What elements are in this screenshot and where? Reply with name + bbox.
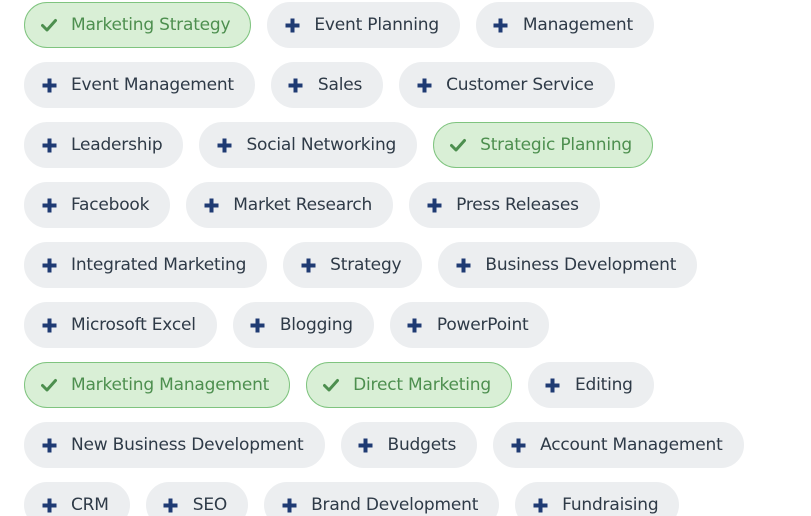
skill-pill-label: Event Planning <box>314 15 439 35</box>
skill-pill-label: Facebook <box>71 195 150 215</box>
plus-icon <box>41 137 57 153</box>
plus-icon <box>203 197 219 213</box>
plus-icon <box>545 377 561 393</box>
check-icon <box>41 377 57 393</box>
skill-pill-blogging[interactable]: Blogging <box>232 302 374 348</box>
skill-row: Microsoft Excel Blogging PowerPoint <box>24 302 550 348</box>
plus-icon <box>493 17 509 33</box>
skill-row: Facebook Market Research Press Releases <box>24 182 600 228</box>
skill-pill-label: Direct Marketing <box>353 375 491 395</box>
skill-suggestions: Marketing Strategy Event Planning Manageme… <box>0 0 811 516</box>
skill-pill-integrated-marketing[interactable]: Integrated Marketing <box>24 242 268 288</box>
skill-pill-label: PowerPoint <box>436 315 529 335</box>
skill-pill-fundraising[interactable]: Fundraising <box>515 482 680 516</box>
skill-pill-market-research[interactable]: Market Research <box>186 182 394 228</box>
plus-icon <box>358 437 374 453</box>
check-icon <box>41 17 57 33</box>
plus-icon <box>216 137 232 153</box>
skill-pill-social-networking[interactable]: Social Networking <box>199 122 418 168</box>
skill-pill-label: SEO <box>192 495 228 515</box>
skill-pill-seo[interactable]: SEO <box>145 482 249 516</box>
plus-icon <box>455 257 471 273</box>
plus-icon <box>416 77 432 93</box>
skill-pill-label: Brand Development <box>311 495 479 515</box>
skill-pill-label: Strategic Planning <box>480 135 633 155</box>
plus-icon <box>41 197 57 213</box>
skill-pill-editing[interactable]: Editing <box>527 362 654 408</box>
plus-icon <box>510 437 526 453</box>
skill-pill-label: Account Management <box>540 435 723 455</box>
plus-icon <box>41 497 57 513</box>
skill-pill-label: Business Development <box>485 255 677 275</box>
skill-pill-microsoft-excel[interactable]: Microsoft Excel <box>24 302 217 348</box>
check-icon <box>450 137 467 153</box>
skill-pill-label: Customer Service <box>446 75 594 95</box>
skill-pill-sales[interactable]: Sales <box>270 62 384 108</box>
check-icon <box>323 377 340 393</box>
skill-pill-label: Event Management <box>71 75 234 95</box>
plus-icon <box>41 77 57 93</box>
skill-pill-label: Marketing Management <box>71 375 270 395</box>
skill-row: Leadership Social Networking Strategic Pla… <box>24 122 654 168</box>
skill-pill-label: Leadership <box>71 135 163 155</box>
skill-pill-label: New Business Development <box>71 435 304 455</box>
skill-row: CRM SEO Brand Development Fundraising <box>24 482 680 516</box>
plus-icon <box>41 437 57 453</box>
skill-pill-label: CRM <box>71 495 109 515</box>
skill-pill-new-business-development[interactable]: New Business Development <box>24 422 325 468</box>
skill-pill-event-management[interactable]: Event Management <box>24 62 255 108</box>
plus-icon <box>41 257 57 273</box>
skill-pill-leadership[interactable]: Leadership <box>24 122 184 168</box>
plus-icon <box>407 317 423 333</box>
skill-pill-label: Blogging <box>279 315 353 335</box>
skill-row: Event Management Sales Customer Service <box>24 62 615 108</box>
skill-pill-strategy[interactable]: Strategy <box>283 242 423 288</box>
skill-pill-direct-marketing[interactable]: Direct Marketing <box>306 362 512 408</box>
skill-pill-label: Budgets <box>387 435 457 455</box>
skill-pill-label: Editing <box>574 375 633 395</box>
skill-pill-brand-development[interactable]: Brand Development <box>264 482 500 516</box>
skill-row: New Business Development Budgets Account M… <box>24 422 744 468</box>
plus-icon <box>41 317 57 333</box>
skill-row: Marketing Management Direct Marketing Edit… <box>24 362 654 408</box>
skill-pill-label: Sales <box>317 75 363 95</box>
plus-icon <box>250 317 266 333</box>
skill-pill-label: Management <box>522 15 633 35</box>
skill-row: Integrated Marketing Strategy Business Dev… <box>24 242 698 288</box>
plus-icon <box>300 257 316 273</box>
plus-icon <box>284 17 300 33</box>
skill-row: Marketing Strategy Event Planning Manageme… <box>24 2 654 48</box>
skill-pill-label: Microsoft Excel <box>71 315 196 335</box>
skill-pill-powerpoint[interactable]: PowerPoint <box>389 302 550 348</box>
plus-icon <box>281 497 297 513</box>
skill-pill-facebook[interactable]: Facebook <box>24 182 171 228</box>
skill-pill-press-releases[interactable]: Press Releases <box>409 182 600 228</box>
skill-pill-strategic-planning[interactable]: Strategic Planning <box>433 122 654 168</box>
skill-pill-label: Fundraising <box>562 495 659 515</box>
skill-pill-label: Social Networking <box>246 135 397 155</box>
plus-icon <box>288 77 304 93</box>
skill-pill-customer-service[interactable]: Customer Service <box>399 62 615 108</box>
skill-pill-account-management[interactable]: Account Management <box>493 422 744 468</box>
plus-icon <box>426 197 442 213</box>
skill-pill-label: Market Research <box>233 195 373 215</box>
skill-pill-business-development[interactable]: Business Development <box>438 242 698 288</box>
skill-pill-marketing-strategy[interactable]: Marketing Strategy <box>24 2 252 48</box>
skill-pill-label: Strategy <box>330 255 402 275</box>
plus-icon <box>163 497 179 513</box>
skill-pill-marketing-management[interactable]: Marketing Management <box>24 362 291 408</box>
skill-pill-management[interactable]: Management <box>475 2 654 48</box>
skill-pill-crm[interactable]: CRM <box>24 482 130 516</box>
skill-pill-label: Integrated Marketing <box>71 255 247 275</box>
skill-pill-label: Press Releases <box>456 195 579 215</box>
skill-pill-event-planning[interactable]: Event Planning <box>267 2 460 48</box>
skill-pill-label: Marketing Strategy <box>71 15 231 35</box>
skill-pill-budgets[interactable]: Budgets <box>340 422 478 468</box>
plus-icon <box>532 497 548 513</box>
